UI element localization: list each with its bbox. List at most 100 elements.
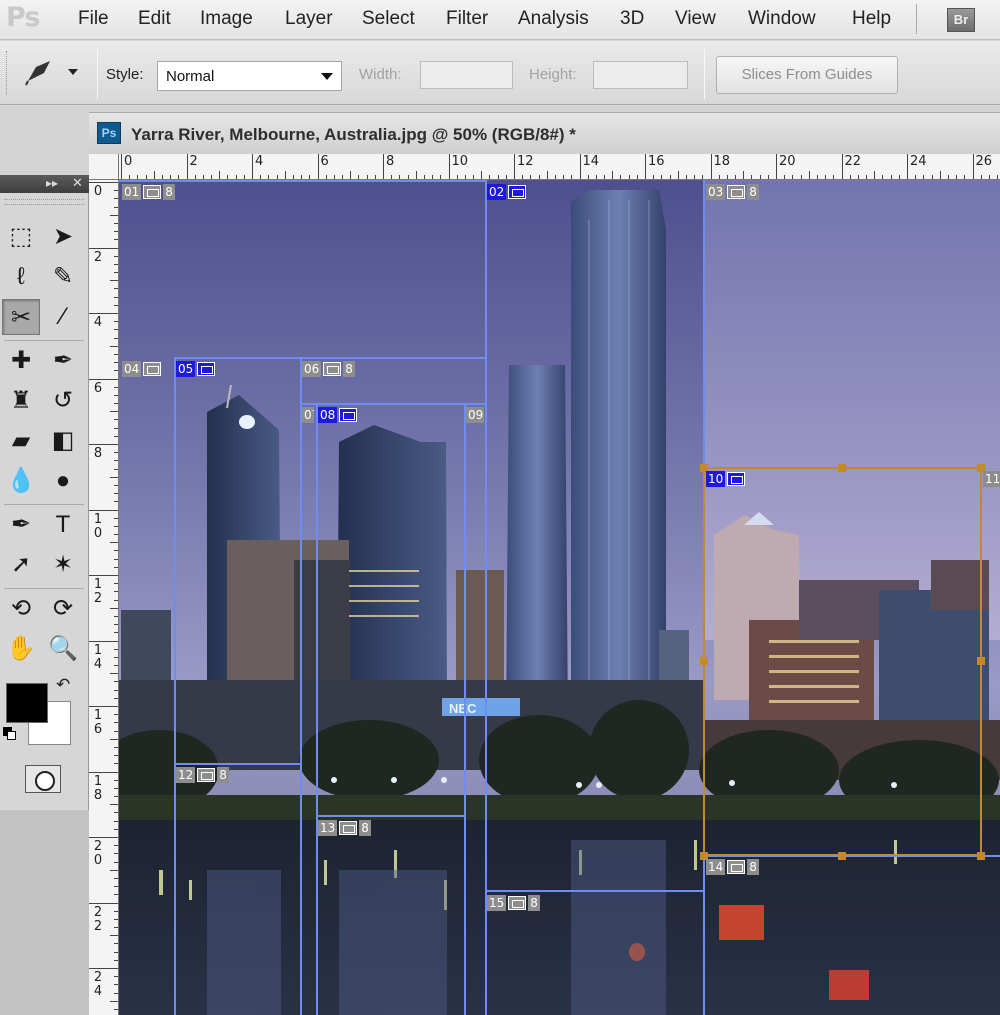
eyedropper-tool-icon[interactable]: ⁄ bbox=[44, 299, 82, 335]
menu-file[interactable]: File bbox=[78, 8, 109, 30]
marquee-tool-icon[interactable]: ⬚ bbox=[2, 219, 40, 255]
blur-tool-icon[interactable]: 💧 bbox=[2, 463, 40, 499]
slice-tag-12[interactable]: 12 8 bbox=[176, 766, 229, 783]
ruler-minor-tick bbox=[677, 171, 679, 179]
menu-layer[interactable]: Layer bbox=[285, 8, 333, 30]
collapse-icon[interactable]: ▸▸ bbox=[46, 176, 58, 190]
slice-tag-11[interactable]: 11 bbox=[983, 470, 1000, 487]
zoom-tool-icon[interactable]: 🔍 bbox=[44, 631, 82, 667]
slice-tag-05[interactable]: 05 bbox=[176, 360, 216, 377]
ruler-major-tick bbox=[514, 154, 515, 179]
menu-filter[interactable]: Filter bbox=[446, 8, 488, 30]
style-select[interactable]: Normal bbox=[157, 61, 342, 91]
slice-tag-10[interactable]: 10 bbox=[706, 470, 746, 487]
options-separator bbox=[97, 49, 98, 99]
move-tool-icon[interactable]: ➤ bbox=[44, 219, 82, 255]
foreground-color-swatch[interactable] bbox=[6, 683, 48, 723]
horizontal-ruler[interactable]: 0 2 4 6 8 10 12 14 16 18 20 22 24 26 bbox=[119, 154, 1000, 180]
history-brush-tool-icon[interactable]: ↺ bbox=[44, 383, 82, 419]
slices-from-guides-button[interactable]: Slices From Guides bbox=[716, 56, 898, 94]
ruler-label: 4 bbox=[93, 315, 103, 330]
slice-tag-06[interactable]: 06 8 bbox=[302, 360, 355, 377]
type-tool-icon[interactable]: T bbox=[44, 507, 82, 543]
ruler-label: 24 bbox=[910, 154, 927, 169]
ruler-major-tick bbox=[89, 902, 118, 904]
ruler-minor-tick bbox=[110, 738, 118, 740]
resize-handle[interactable] bbox=[977, 852, 985, 860]
3d-orbit-tool-icon[interactable]: ⟳ bbox=[44, 591, 82, 627]
clone-stamp-tool-icon[interactable]: ♜ bbox=[2, 383, 40, 419]
slice-tag-14[interactable]: 14 8 bbox=[706, 858, 759, 875]
tools-panel-header[interactable]: ▸▸ ✕ bbox=[0, 175, 89, 193]
image-slice-icon bbox=[727, 184, 746, 199]
photoshop-window: Ps File Edit Image Layer Select Filter A… bbox=[0, 0, 1000, 1015]
quick-selection-tool-icon[interactable]: ✎ bbox=[44, 259, 82, 295]
bridge-button[interactable]: Br bbox=[947, 8, 975, 32]
resize-handle[interactable] bbox=[838, 852, 846, 860]
quick-mask-button[interactable] bbox=[25, 765, 61, 793]
ruler-major-tick bbox=[317, 154, 319, 179]
tools-grip[interactable] bbox=[4, 199, 84, 205]
menu-window[interactable]: Window bbox=[748, 8, 816, 30]
ruler-label: 0 bbox=[93, 184, 103, 199]
menu-analysis[interactable]: Analysis bbox=[518, 8, 589, 30]
slice-tag-13[interactable]: 13 8 bbox=[318, 819, 371, 836]
slice-link-badge: 8 bbox=[343, 360, 355, 377]
close-icon[interactable]: ✕ bbox=[72, 175, 83, 191]
path-selection-tool-icon[interactable]: ➚ bbox=[2, 547, 40, 583]
slice-tag-02[interactable]: 02 bbox=[487, 183, 527, 200]
menu-3d[interactable]: 3D bbox=[620, 8, 644, 30]
ruler-minor-tick bbox=[110, 1000, 118, 1002]
ruler-origin[interactable] bbox=[89, 154, 119, 180]
ruler-major-tick bbox=[89, 706, 118, 707]
workspace-background bbox=[0, 810, 89, 1015]
lasso-tool-icon[interactable]: ℓ bbox=[2, 259, 40, 295]
resize-handle[interactable] bbox=[838, 464, 846, 472]
ruler-minor-tick bbox=[874, 171, 876, 179]
menu-edit[interactable]: Edit bbox=[138, 8, 171, 30]
slice-tag-07[interactable]: 07 bbox=[302, 406, 314, 423]
menu-image[interactable]: Image bbox=[200, 8, 253, 30]
slice-boundary bbox=[300, 403, 486, 405]
menu-help[interactable]: Help bbox=[852, 8, 891, 30]
eraser-tool-icon[interactable]: ▰ bbox=[2, 423, 40, 459]
default-colors-icon[interactable] bbox=[3, 727, 17, 741]
resize-handle[interactable] bbox=[700, 657, 708, 665]
slice-boundary bbox=[300, 357, 302, 1015]
crop-slice-tool-icon[interactable]: ✂ bbox=[2, 299, 40, 335]
slice-tag-15[interactable]: 15 8 bbox=[487, 894, 540, 911]
ruler-major-tick bbox=[121, 154, 122, 179]
resize-handle[interactable] bbox=[977, 657, 985, 665]
document-tab[interactable]: Ps Yarra River, Melbourne, Australia.jpg… bbox=[89, 112, 1000, 154]
ruler-major-tick bbox=[252, 154, 253, 179]
options-grip[interactable] bbox=[6, 51, 10, 95]
hand-tool-icon[interactable]: ✋ bbox=[2, 631, 40, 667]
brush-tool-icon[interactable]: ✒ bbox=[44, 343, 82, 379]
healing-brush-tool-icon[interactable]: ✚ bbox=[2, 343, 40, 379]
selected-slice-box[interactable] bbox=[703, 467, 982, 856]
ruler-minor-tick bbox=[110, 411, 118, 413]
pen-tool-icon[interactable]: ✒ bbox=[2, 507, 40, 543]
swap-colors-icon[interactable]: ↶ bbox=[56, 675, 70, 695]
slice-tag-04[interactable]: 04 bbox=[122, 360, 162, 377]
slice-boundary bbox=[119, 180, 486, 182]
menu-select[interactable]: Select bbox=[362, 8, 415, 30]
tool-preset-picker[interactable] bbox=[22, 55, 86, 89]
dodge-tool-icon[interactable]: ● bbox=[44, 463, 82, 499]
slice-boundary bbox=[485, 890, 704, 892]
slice-tag-03[interactable]: 03 8 bbox=[706, 183, 759, 200]
slice-tag-08[interactable]: 08 bbox=[318, 406, 358, 423]
ruler-label: 8 bbox=[386, 154, 395, 169]
ruler-minor-tick bbox=[110, 935, 118, 937]
slice-tag-01[interactable]: 01 8 bbox=[122, 183, 175, 200]
height-input[interactable] bbox=[593, 61, 688, 89]
slice-tag-09[interactable]: 09 bbox=[466, 406, 484, 423]
image-slice-icon bbox=[197, 767, 216, 782]
custom-shape-tool-icon[interactable]: ✶ bbox=[44, 547, 82, 583]
width-input[interactable] bbox=[420, 61, 513, 89]
image-canvas[interactable]: NEC 01 8 02 03 8 04 05 06 8 0 08 09 10 1… bbox=[119, 180, 1000, 1015]
vertical-ruler[interactable]: 024681012141618202224 bbox=[89, 180, 119, 1015]
menu-view[interactable]: View bbox=[675, 8, 716, 30]
3d-rotate-tool-icon[interactable]: ⟲ bbox=[2, 591, 40, 627]
gradient-tool-icon[interactable]: ◧ bbox=[44, 423, 82, 459]
